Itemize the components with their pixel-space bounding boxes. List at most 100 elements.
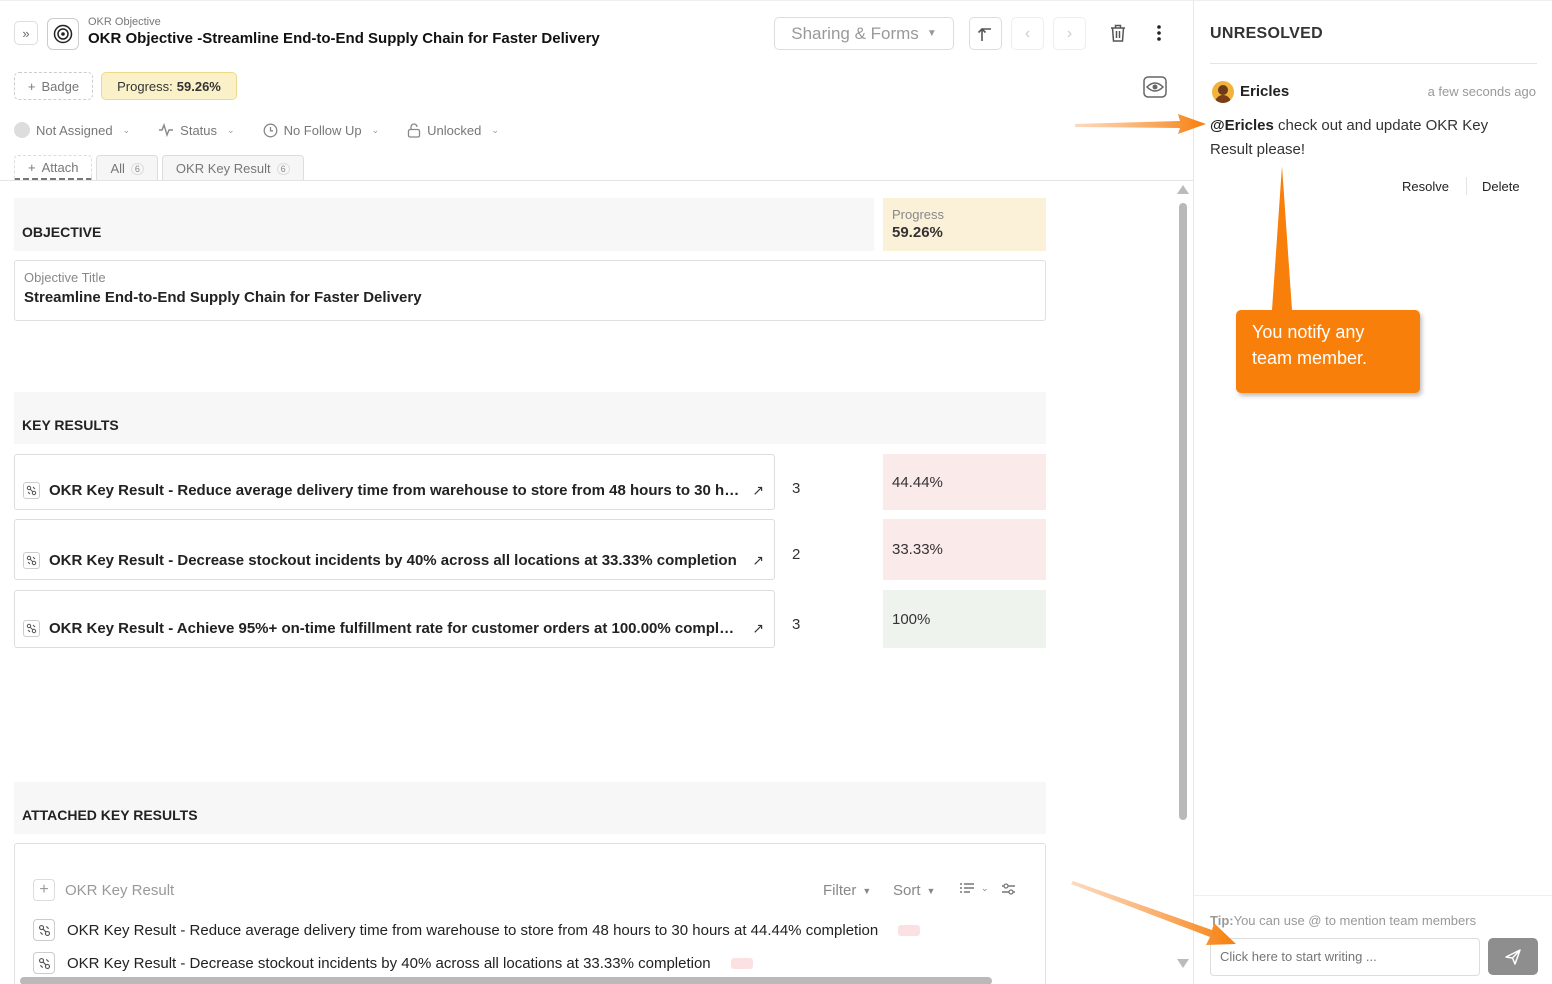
open-external-icon[interactable]: ↗ bbox=[752, 552, 764, 569]
open-external-icon[interactable]: ↗ bbox=[752, 482, 764, 499]
add-key-result-button[interactable]: + bbox=[33, 879, 55, 901]
key-result-percent: 100% bbox=[883, 590, 1046, 648]
avatar bbox=[1212, 81, 1234, 103]
key-result-percent: 44.44% bbox=[883, 454, 1046, 510]
objective-target-icon bbox=[47, 18, 79, 50]
attached-key-results-list: + OKR Key Result Filter ▼ Sort ▼ ⌄ OKR K… bbox=[14, 843, 1046, 984]
chevron-down-icon: ⌄ bbox=[981, 882, 989, 893]
add-badge-button[interactable]: + Badge bbox=[14, 72, 93, 100]
plus-icon: + bbox=[27, 78, 36, 94]
settings-button[interactable] bbox=[1001, 882, 1016, 896]
main-panel: » OKR Objective OKR Objective -Streamlin… bbox=[0, 0, 1193, 984]
lock-dropdown[interactable]: Unlocked ⌄ bbox=[407, 123, 499, 138]
list-item[interactable]: OKR Key Result - Reduce average delivery… bbox=[33, 919, 921, 941]
more-options-button[interactable] bbox=[1145, 19, 1173, 47]
tip-label: Tip: bbox=[1210, 913, 1234, 928]
tip-text: Tip:You can use @ to mention team member… bbox=[1210, 913, 1476, 928]
progress-mini-bar bbox=[898, 924, 921, 936]
key-result-title: OKR Key Result - Decrease stockout incid… bbox=[49, 552, 737, 569]
sharing-forms-button[interactable]: Sharing & Forms ▼ bbox=[774, 17, 954, 50]
attached-key-results-heading: ATTACHED KEY RESULTS bbox=[14, 782, 1046, 834]
key-result-icon bbox=[33, 952, 55, 974]
tab-okr-key-result-count: 6 bbox=[276, 162, 290, 175]
divider bbox=[1466, 177, 1467, 195]
key-result-count: 2 bbox=[792, 546, 801, 563]
send-button[interactable] bbox=[1488, 938, 1538, 975]
scroll-up-icon[interactable] bbox=[1177, 185, 1189, 194]
key-results-heading: KEY RESULTS bbox=[14, 392, 1046, 444]
follow-up-dropdown[interactable]: No Follow Up ⌄ bbox=[263, 122, 379, 138]
delete-comment-button[interactable]: Delete bbox=[1482, 179, 1520, 194]
progress-badge-label: Progress: bbox=[117, 78, 173, 94]
follow-up-label: No Follow Up bbox=[283, 122, 362, 138]
key-result-count: 3 bbox=[792, 616, 801, 633]
objective-progress-label: Progress bbox=[892, 207, 945, 222]
tabs-divider bbox=[0, 180, 1193, 181]
key-result-title: OKR Key Result - Achieve 95%+ on-time fu… bbox=[49, 620, 743, 637]
objective-title-value: Streamline End-to-End Supply Chain for F… bbox=[24, 289, 422, 306]
key-result-card[interactable]: OKR Key Result - Decrease stockout incid… bbox=[14, 519, 775, 580]
tip-message: You can use @ to mention team members bbox=[1233, 913, 1477, 928]
delete-button[interactable] bbox=[1104, 19, 1132, 47]
objective-title-field[interactable]: Objective Title Streamline End-to-End Su… bbox=[14, 260, 1046, 321]
key-result-count: 3 bbox=[792, 480, 801, 497]
scroll-down-icon[interactable] bbox=[1177, 959, 1189, 968]
divider bbox=[1210, 63, 1537, 64]
chevron-down-icon: ⌄ bbox=[227, 124, 235, 135]
caret-down-icon: ▼ bbox=[926, 28, 937, 39]
key-result-icon bbox=[33, 919, 55, 941]
objective-heading: OBJECTIVE bbox=[14, 198, 874, 251]
open-external-icon[interactable]: ↗ bbox=[752, 620, 764, 637]
key-result-card[interactable]: OKR Key Result - Reduce average delivery… bbox=[14, 454, 775, 510]
tab-all-label: All bbox=[110, 161, 125, 176]
view-mode-button[interactable]: ⌄ bbox=[959, 882, 989, 894]
list-item[interactable]: OKR Key Result - Decrease stockout incid… bbox=[33, 952, 753, 974]
next-button[interactable]: › bbox=[1053, 17, 1086, 50]
scrollbar-thumb[interactable] bbox=[1179, 203, 1187, 820]
sliders-icon bbox=[1002, 883, 1015, 895]
comment-input[interactable] bbox=[1210, 938, 1480, 976]
horizontal-scrollbar[interactable] bbox=[0, 976, 1176, 984]
tab-okr-key-result[interactable]: OKR Key Result 6 bbox=[161, 155, 304, 181]
avatar-placeholder-icon bbox=[14, 122, 30, 138]
key-result-card[interactable]: OKR Key Result - Achieve 95%+ on-time fu… bbox=[14, 590, 775, 648]
status-dropdown[interactable]: Status ⌄ bbox=[158, 123, 235, 138]
resolve-button[interactable]: Resolve bbox=[1402, 179, 1449, 194]
list-item-title: OKR Key Result - Decrease stockout incid… bbox=[67, 954, 711, 972]
watch-button[interactable] bbox=[1142, 74, 1168, 100]
key-result-icon bbox=[23, 552, 40, 569]
chevron-right-icon: › bbox=[1066, 24, 1073, 42]
mention: @Ericles bbox=[1210, 117, 1274, 134]
expand-sidebar-button[interactable]: » bbox=[14, 21, 38, 45]
arrow-up-corner-icon bbox=[977, 27, 991, 41]
comment-timestamp: a few seconds ago bbox=[1427, 84, 1536, 99]
kebab-menu-icon bbox=[1157, 25, 1161, 41]
objective-progress: Progress 59.26% bbox=[883, 198, 1046, 251]
breadcrumb: OKR Objective bbox=[88, 16, 161, 28]
lock-label: Unlocked bbox=[427, 122, 482, 138]
key-result-icon bbox=[23, 482, 40, 499]
chevron-down-icon: ⌄ bbox=[491, 124, 499, 135]
unlock-icon bbox=[407, 122, 421, 138]
page-title: OKR Objective -Streamline End-to-End Sup… bbox=[88, 30, 600, 47]
previous-button[interactable]: ‹ bbox=[1011, 17, 1044, 50]
assignee-dropdown[interactable]: Not Assigned ⌄ bbox=[14, 122, 130, 138]
sort-button[interactable]: Sort ▼ bbox=[893, 882, 935, 899]
tab-okr-key-result-label: OKR Key Result bbox=[175, 161, 271, 176]
list-view-icon bbox=[960, 883, 974, 893]
clock-icon bbox=[263, 123, 278, 137]
progress-badge-value: 59.26% bbox=[176, 78, 221, 94]
tutorial-callout: You notify any team member. bbox=[1236, 310, 1420, 393]
tab-all[interactable]: All 6 bbox=[96, 155, 158, 181]
scrollbar-thumb[interactable] bbox=[20, 977, 992, 984]
key-result-percent: 33.33% bbox=[883, 519, 1046, 580]
move-up-button[interactable] bbox=[969, 17, 1002, 50]
double-chevron-right-icon: » bbox=[22, 25, 30, 41]
assignee-label: Not Assigned bbox=[36, 122, 113, 138]
tab-attach-label: Attach bbox=[41, 159, 79, 175]
filter-button[interactable]: Filter ▼ bbox=[823, 882, 871, 899]
plus-icon: + bbox=[39, 881, 49, 898]
tab-attach[interactable]: + Attach bbox=[14, 155, 93, 181]
sharing-forms-label: Sharing & Forms bbox=[791, 23, 919, 43]
vertical-scrollbar[interactable] bbox=[1176, 185, 1190, 975]
